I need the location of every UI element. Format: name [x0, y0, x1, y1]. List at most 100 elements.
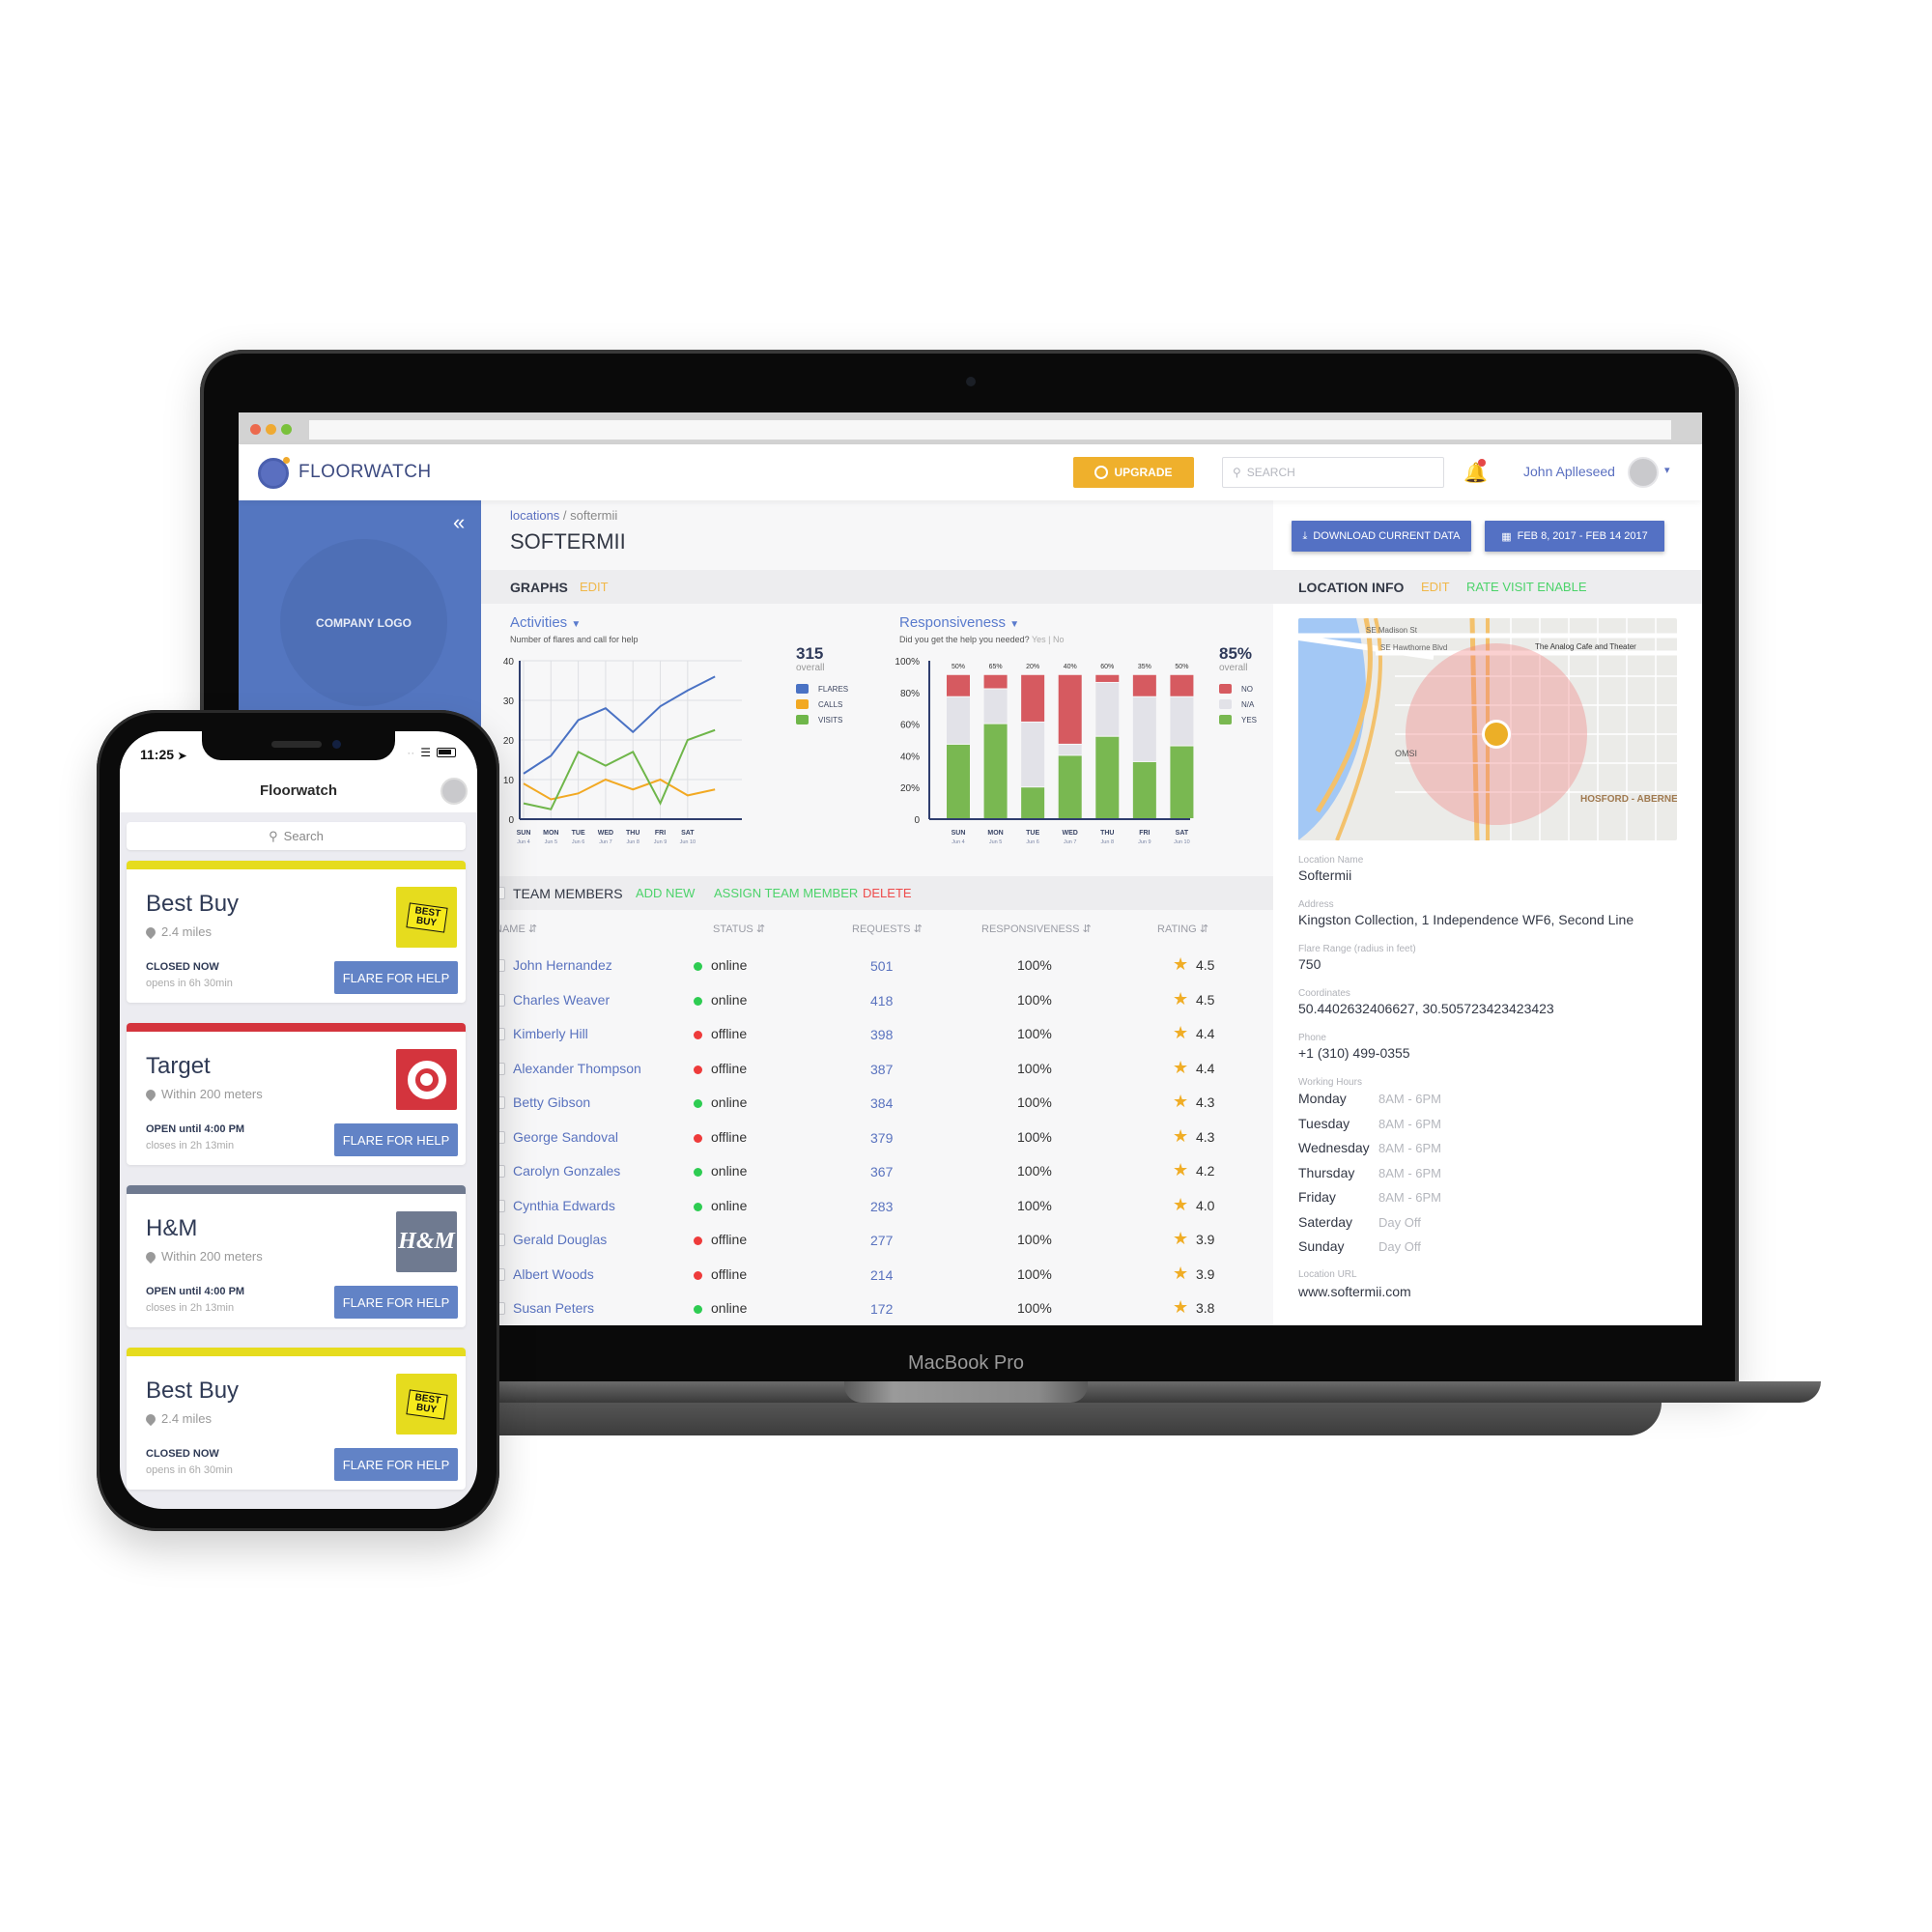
member-name-link[interactable]: Albert Woods [513, 1266, 594, 1282]
window-minimize-icon[interactable] [266, 424, 276, 435]
member-requests[interactable]: 384 [870, 1095, 893, 1111]
store-card[interactable]: Target Within 200 meters OPEN until 4:00 P… [127, 1023, 466, 1165]
member-name-link[interactable]: Alexander Thompson [513, 1061, 641, 1076]
member-name-link[interactable]: John Hernandez [513, 957, 612, 973]
browser-address-bar[interactable] [309, 420, 1671, 440]
field-value: Kingston Collection, 1 Independence WF6,… [1298, 912, 1634, 927]
member-status: online [711, 1094, 748, 1110]
member-name-link[interactable]: Gerald Douglas [513, 1232, 607, 1247]
member-responsiveness: 100% [1017, 1094, 1052, 1110]
graphs-edit-link[interactable]: EDIT [580, 580, 609, 594]
upgrade-button[interactable]: UPGRADE [1073, 457, 1194, 488]
rate-visit-enable-link[interactable]: RATE VISIT ENABLE [1466, 580, 1587, 594]
column-header-requests[interactable]: REQUESTS ⇵ [852, 923, 923, 935]
hours-time: Day Off [1378, 1239, 1421, 1254]
team-member-row[interactable]: George Sandoval offline 379 100% ★ 4.3 [481, 1122, 1273, 1156]
user-name[interactable]: John Aplleseed [1523, 464, 1615, 479]
member-requests[interactable]: 387 [870, 1062, 893, 1077]
team-member-row[interactable]: Albert Woods offline 214 100% ★ 3.9 [481, 1259, 1273, 1293]
member-requests[interactable]: 379 [870, 1130, 893, 1146]
activities-chart-title[interactable]: Activities ▼ [510, 614, 581, 631]
team-member-row[interactable]: Cynthia Edwards online 283 100% ★ 4.0 [481, 1190, 1273, 1225]
y-tick-label: 0 [914, 815, 920, 826]
x-tick-label: THU [626, 830, 639, 837]
store-card[interactable]: Best Buy 2.4 miles CLOSED NOW opens in 6h 3… [127, 1348, 466, 1490]
member-requests[interactable]: 367 [870, 1164, 893, 1179]
location-url-link[interactable]: www.softermii.com [1298, 1284, 1411, 1299]
team-member-row[interactable]: Betty Gibson online 384 100% ★ 4.3 [481, 1087, 1273, 1122]
delete-link[interactable]: DELETE [863, 886, 912, 900]
member-requests[interactable]: 501 [870, 958, 893, 974]
flare-for-help-button[interactable]: FLARE FOR HELP [334, 1286, 458, 1319]
y-tick-label: 40% [900, 752, 920, 762]
responsiveness-chart-title[interactable]: Responsiveness ▼ [899, 614, 1019, 631]
member-requests[interactable]: 398 [870, 1027, 893, 1042]
member-name-link[interactable]: Carolyn Gonzales [513, 1163, 620, 1179]
team-member-row[interactable]: Susan Peters online 172 100% ★ 3.8 [481, 1293, 1273, 1325]
location-marker-icon[interactable] [1485, 723, 1508, 746]
main-content: locations / softermii SOFTERMII GRAPHS E… [481, 500, 1273, 1325]
notifications-bell-icon[interactable]: 🔔 [1463, 459, 1488, 484]
chevron-down-icon[interactable]: ▾ [1664, 464, 1670, 476]
breadcrumb-locations-link[interactable]: locations [510, 508, 559, 523]
graphs-section-header: GRAPHS EDIT [481, 570, 1273, 604]
download-current-data-button[interactable]: ⤓ DOWNLOAD CURRENT DATA [1292, 521, 1471, 552]
member-name-link[interactable]: Susan Peters [513, 1300, 594, 1316]
bar-segment-no [1095, 674, 1120, 682]
search-input[interactable]: ⚲ SEARCH [1222, 457, 1444, 488]
x-tick-label: SUN [952, 830, 966, 837]
store-card[interactable]: H&M Within 200 meters OPEN until 4:00 PM cl… [127, 1185, 466, 1327]
column-header-status[interactable]: STATUS ⇵ [713, 923, 765, 935]
column-header-name[interactable]: NAME ⇵ [495, 923, 537, 935]
flare-for-help-button[interactable]: FLARE FOR HELP [334, 1123, 458, 1156]
store-open-subtext: opens in 6h 30min [146, 1464, 233, 1476]
legend-label: NO [1241, 684, 1253, 694]
phone-user-avatar[interactable] [440, 778, 468, 805]
window-maximize-icon[interactable] [281, 424, 292, 435]
member-responsiveness: 100% [1017, 1026, 1052, 1041]
member-name-link[interactable]: Betty Gibson [513, 1094, 590, 1110]
hours-day: Monday [1298, 1091, 1347, 1106]
x-tick-label: SAT [1176, 830, 1189, 837]
team-member-row[interactable]: Carolyn Gonzales online 367 100% ★ 4.2 [481, 1155, 1273, 1190]
date-range-button[interactable]: ▦ FEB 8, 2017 - FEB 14 2017 [1485, 521, 1664, 552]
member-name-link[interactable]: Charles Weaver [513, 992, 610, 1008]
app-name[interactable]: FLOORWATCH [298, 462, 432, 483]
collapse-sidebar-icon[interactable]: « [453, 510, 465, 535]
phone-search-input[interactable]: ⚲ Search [127, 822, 466, 850]
member-requests[interactable]: 277 [870, 1233, 893, 1248]
company-logo-placeholder[interactable]: COMPANY LOGO [280, 539, 447, 706]
member-requests[interactable]: 214 [870, 1267, 893, 1283]
location-pin-icon [143, 1249, 158, 1264]
bar-segment-yes [1095, 736, 1120, 818]
user-avatar[interactable] [1628, 457, 1659, 488]
team-member-row[interactable]: Kimberly Hill offline 398 100% ★ 4.4 [481, 1018, 1273, 1053]
team-member-row[interactable]: Charles Weaver online 418 100% ★ 4.5 [481, 984, 1273, 1019]
location-map[interactable]: SE Madison St SE Hawthorne Blvd The Anal… [1298, 618, 1677, 840]
wifi-icon: ☰ [420, 746, 431, 759]
member-name-link[interactable]: Cynthia Edwards [513, 1198, 615, 1213]
assign-team-member-link[interactable]: ASSIGN TEAM MEMBER [714, 886, 858, 900]
column-header-rating[interactable]: RATING ⇵ [1157, 923, 1208, 935]
y-tick-label: 80% [900, 689, 920, 699]
member-requests[interactable]: 172 [870, 1301, 893, 1317]
field-label: Address [1298, 899, 1334, 910]
member-requests[interactable]: 283 [870, 1199, 893, 1214]
team-member-row[interactable]: Alexander Thompson offline 387 100% ★ 4.4 [481, 1053, 1273, 1088]
status-dot-icon [694, 1270, 702, 1280]
member-name-link[interactable]: Kimberly Hill [513, 1026, 588, 1041]
flare-for-help-button[interactable]: FLARE FOR HELP [334, 1448, 458, 1481]
location-edit-link[interactable]: EDIT [1421, 580, 1450, 594]
company-logo-label: COMPANY LOGO [316, 615, 412, 630]
team-member-row[interactable]: Gerald Douglas offline 277 100% ★ 3.9 [481, 1224, 1273, 1259]
store-card[interactable]: Best Buy 2.4 miles CLOSED NOW opens in 6h 3… [127, 861, 466, 1003]
add-new-link[interactable]: ADD NEW [636, 886, 695, 900]
activities-title-text: Activities [510, 614, 568, 631]
column-header-responsiveness[interactable]: RESPONSIVENESS ⇵ [981, 923, 1092, 935]
team-member-row[interactable]: John Hernandez online 501 100% ★ 4.5 [481, 950, 1273, 984]
legend-item: N/A [1219, 699, 1254, 709]
member-name-link[interactable]: George Sandoval [513, 1129, 618, 1145]
flare-for-help-button[interactable]: FLARE FOR HELP [334, 961, 458, 994]
member-requests[interactable]: 418 [870, 993, 893, 1009]
window-close-icon[interactable] [250, 424, 261, 435]
